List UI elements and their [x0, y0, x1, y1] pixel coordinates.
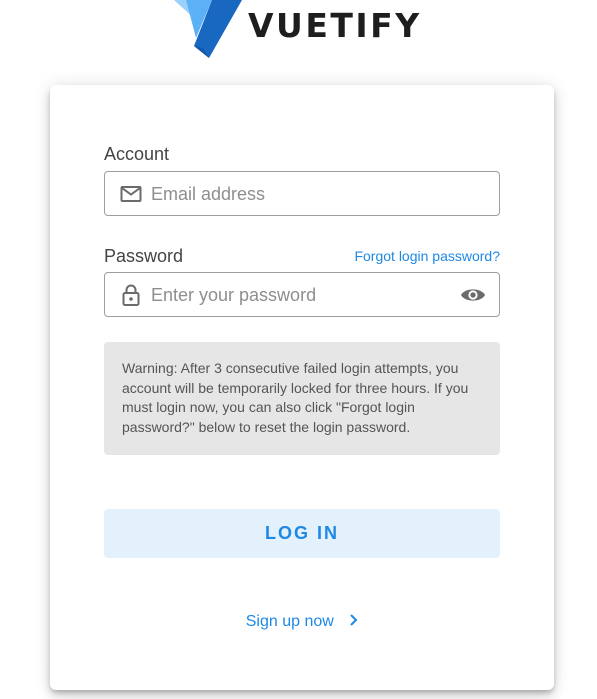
password-field[interactable]: Enter your password [104, 272, 500, 317]
login-button[interactable]: LOG IN [104, 509, 500, 558]
login-card: Account Email address Password Forgot lo… [50, 85, 554, 690]
mail-icon [120, 186, 142, 202]
lockout-warning: Warning: After 3 consecutive failed logi… [104, 342, 500, 455]
forgot-password-link[interactable]: Forgot login password? [354, 247, 500, 265]
brand-name: VUETIFY [248, 6, 422, 45]
email-placeholder: Email address [151, 184, 266, 204]
vuetify-logo: VUETIFY [172, 0, 442, 60]
signup-link[interactable]: Sign up now [246, 612, 359, 632]
signup-row: Sign up now [50, 612, 554, 632]
account-label: Account [104, 144, 170, 164]
lock-icon [122, 284, 140, 306]
signup-label: Sign up now [245, 613, 334, 630]
chevron-right-icon [350, 614, 358, 626]
vuetify-logo-mark [174, 0, 242, 58]
email-field[interactable]: Email address [104, 171, 500, 216]
password-placeholder: Enter your password [151, 285, 317, 305]
password-label: Password [104, 246, 184, 266]
eye-icon[interactable] [460, 283, 486, 307]
